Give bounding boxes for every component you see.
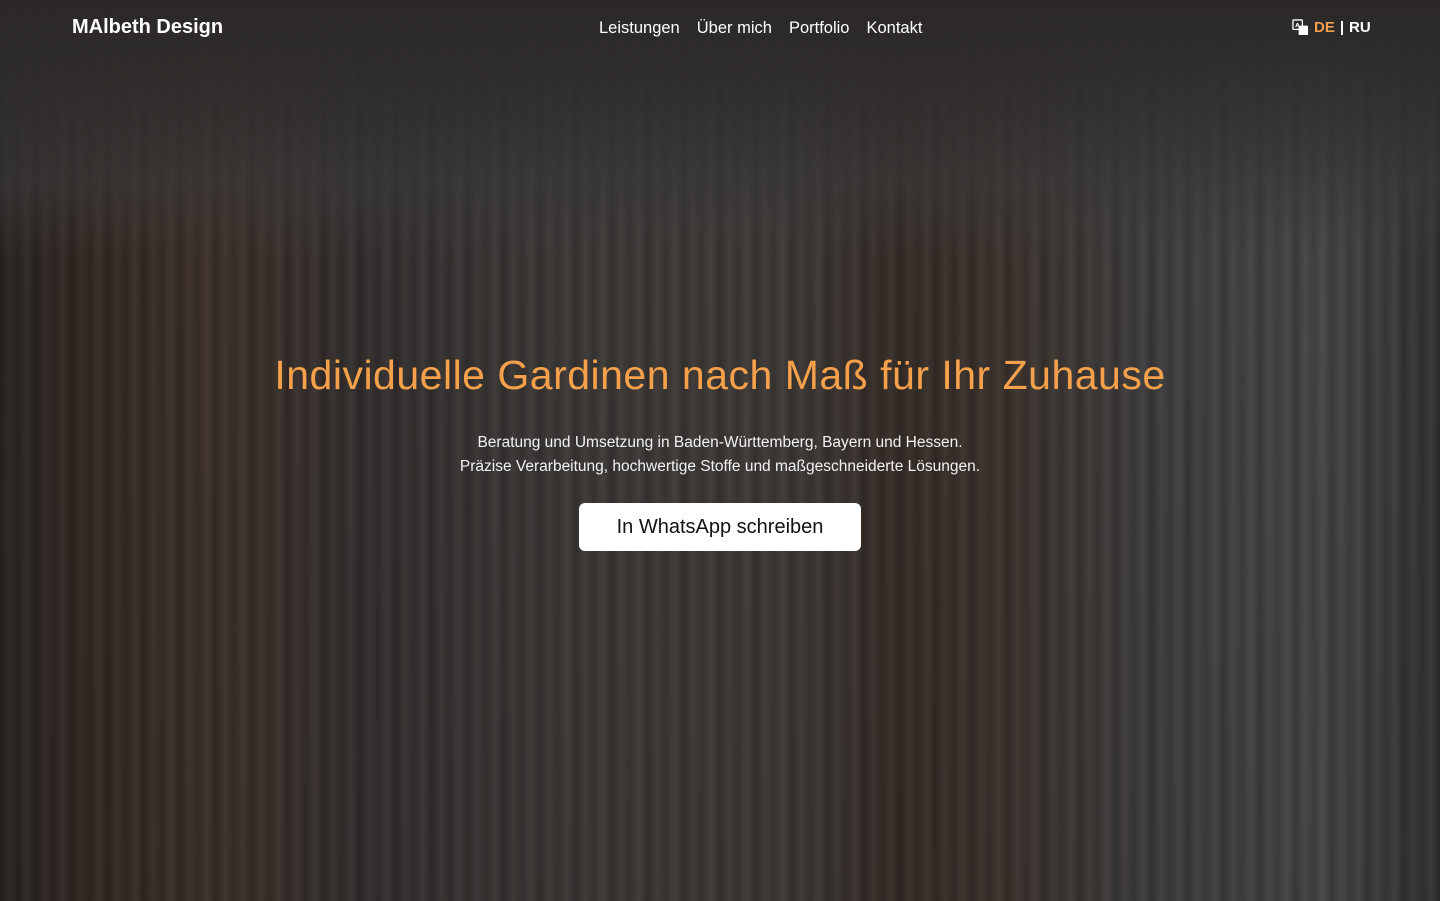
hero-subtitle-line2: Präzise Verarbeitung, hochwertige Stoffe… [459, 458, 981, 475]
main-nav: Leistungen Über mich Portfolio Kontakt [599, 19, 922, 38]
nav-leistungen[interactable]: Leistungen [599, 19, 680, 38]
whatsapp-button[interactable]: In WhatsApp schreiben [579, 503, 861, 551]
nav-portfolio[interactable]: Portfolio [789, 19, 850, 38]
hero-subtitle-line1: Beratung und Umsetzung in Baden-Württemb… [477, 434, 963, 451]
language-switcher: A DE | RU [1292, 19, 1371, 36]
site-header: MAlbeth Design Leistungen Über mich Port… [0, 0, 1440, 58]
lang-de[interactable]: DE [1314, 19, 1335, 36]
hero-title: Individuelle Gardinen nach Maß für Ihr Z… [274, 352, 1166, 398]
nav-kontakt[interactable]: Kontakt [866, 19, 922, 38]
lang-separator: | [1339, 19, 1345, 36]
logo[interactable]: MAlbeth Design [72, 16, 223, 39]
svg-text:A: A [1295, 23, 1300, 29]
hero-subtitle: Beratung und Umsetzung in Baden-Württemb… [0, 431, 1440, 479]
translate-icon: A [1292, 19, 1309, 36]
lang-ru[interactable]: RU [1349, 19, 1371, 36]
hero: Individuelle Gardinen nach Maß für Ihr Z… [0, 352, 1440, 551]
nav-ueber-mich[interactable]: Über mich [697, 19, 772, 38]
